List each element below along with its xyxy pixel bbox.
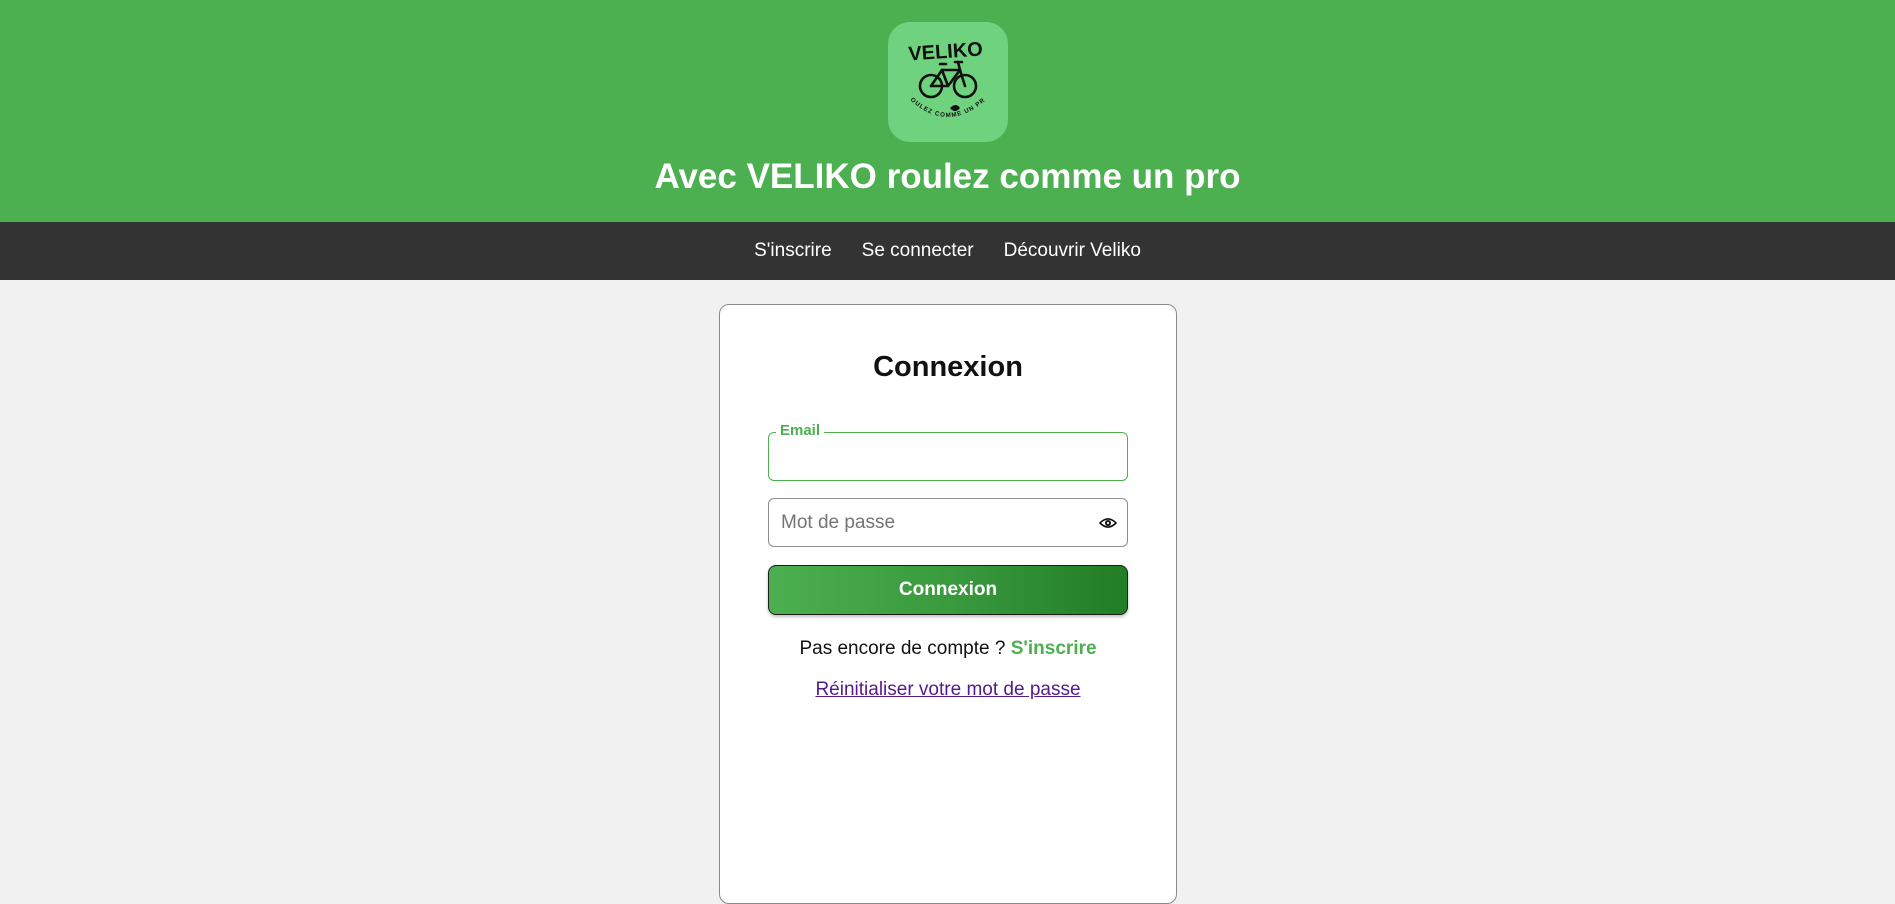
nav-link-discover[interactable]: Découvrir Veliko [1004, 222, 1141, 280]
svg-text:ROULEZ COMME UN PRO: ROULEZ COMME UN PRO [888, 22, 987, 119]
signup-prompt-line: Pas encore de compte ? S'inscrire [720, 638, 1176, 660]
reset-password-line: Réinitialiser votre mot de passe [720, 679, 1176, 701]
main-navbar: S'inscrire Se connecter Découvrir Veliko [0, 222, 1895, 280]
nav-link-login[interactable]: Se connecter [862, 222, 974, 280]
email-input[interactable] [769, 433, 1127, 480]
site-title: Avec VELIKO roulez comme un pro [654, 157, 1241, 196]
login-card: Connexion Email Connexion Pas encore de … [719, 304, 1177, 904]
signup-link[interactable]: S'inscrire [1011, 638, 1097, 659]
password-input[interactable] [769, 499, 1127, 546]
email-field-wrapper: Email [768, 422, 1128, 481]
reset-password-link[interactable]: Réinitialiser votre mot de passe [815, 679, 1080, 700]
login-submit-button[interactable]: Connexion [768, 565, 1128, 615]
bicycle-logo-icon: VELIKO ROULEZ COMME UN PRO [888, 22, 987, 119]
nav-link-signup[interactable]: S'inscrire [754, 222, 832, 280]
veliko-logo[interactable]: VELIKO ROULEZ COMME UN PRO [888, 22, 1008, 142]
password-field-wrapper [768, 498, 1128, 547]
svg-text:VELIKO: VELIKO [908, 38, 984, 65]
eye-icon[interactable] [1098, 516, 1118, 530]
site-header: VELIKO ROULEZ COMME UN PRO Avec [0, 0, 1895, 222]
login-title: Connexion [873, 351, 1023, 383]
signup-prompt-text: Pas encore de compte ? [799, 638, 1011, 659]
